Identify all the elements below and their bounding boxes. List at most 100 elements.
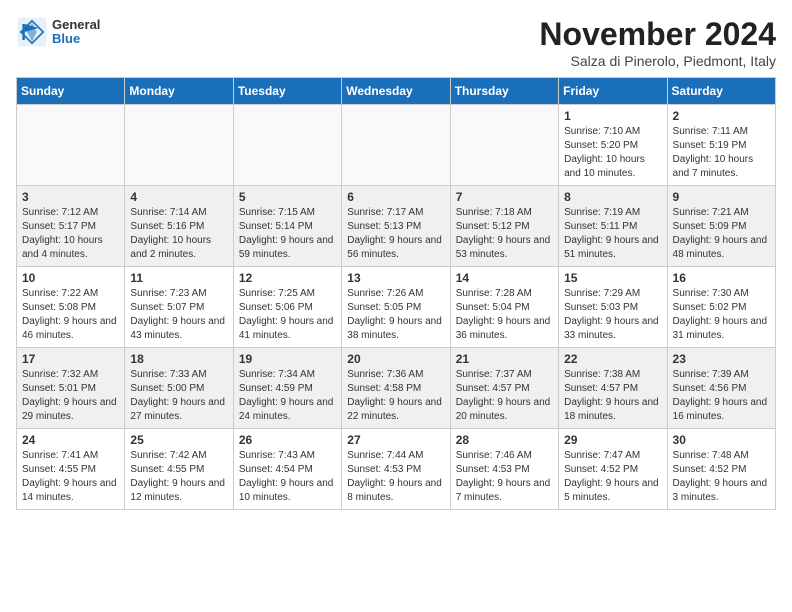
day-number: 28 bbox=[456, 433, 553, 447]
day-info: Sunrise: 7:11 AM Sunset: 5:19 PM Dayligh… bbox=[673, 125, 770, 181]
weekday-header-saturday: Saturday bbox=[667, 78, 775, 105]
day-cell: 24 Sunrise: 7:41 AM Sunset: 4:55 PM Dayli… bbox=[17, 429, 125, 510]
day-cell: 30 Sunrise: 7:48 AM Sunset: 4:52 PM Dayli… bbox=[667, 429, 775, 510]
calendar: SundayMondayTuesdayWednesdayThursdayFrid… bbox=[16, 77, 776, 510]
day-number: 19 bbox=[239, 352, 336, 366]
day-info: Sunrise: 7:12 AM Sunset: 5:17 PM Dayligh… bbox=[22, 206, 119, 262]
day-info: Sunrise: 7:29 AM Sunset: 5:03 PM Dayligh… bbox=[564, 287, 661, 343]
day-cell bbox=[342, 105, 450, 186]
day-cell: 20 Sunrise: 7:36 AM Sunset: 4:58 PM Dayli… bbox=[342, 348, 450, 429]
weekday-header-wednesday: Wednesday bbox=[342, 78, 450, 105]
day-cell bbox=[17, 105, 125, 186]
day-number: 29 bbox=[564, 433, 661, 447]
week-row-3: 17 Sunrise: 7:32 AM Sunset: 5:01 PM Dayli… bbox=[17, 348, 776, 429]
day-info: Sunrise: 7:21 AM Sunset: 5:09 PM Dayligh… bbox=[673, 206, 770, 262]
day-cell: 26 Sunrise: 7:43 AM Sunset: 4:54 PM Dayli… bbox=[233, 429, 341, 510]
day-number: 18 bbox=[130, 352, 227, 366]
weekday-header-tuesday: Tuesday bbox=[233, 78, 341, 105]
day-cell: 11 Sunrise: 7:23 AM Sunset: 5:07 PM Dayli… bbox=[125, 267, 233, 348]
weekday-header-thursday: Thursday bbox=[450, 78, 558, 105]
day-number: 26 bbox=[239, 433, 336, 447]
day-info: Sunrise: 7:18 AM Sunset: 5:12 PM Dayligh… bbox=[456, 206, 553, 262]
day-number: 14 bbox=[456, 271, 553, 285]
day-number: 1 bbox=[564, 109, 661, 123]
day-number: 8 bbox=[564, 190, 661, 204]
day-number: 20 bbox=[347, 352, 444, 366]
day-info: Sunrise: 7:30 AM Sunset: 5:02 PM Dayligh… bbox=[673, 287, 770, 343]
day-info: Sunrise: 7:46 AM Sunset: 4:53 PM Dayligh… bbox=[456, 449, 553, 505]
day-info: Sunrise: 7:41 AM Sunset: 4:55 PM Dayligh… bbox=[22, 449, 119, 505]
day-info: Sunrise: 7:43 AM Sunset: 4:54 PM Dayligh… bbox=[239, 449, 336, 505]
day-number: 15 bbox=[564, 271, 661, 285]
weekday-header-monday: Monday bbox=[125, 78, 233, 105]
day-number: 12 bbox=[239, 271, 336, 285]
day-number: 16 bbox=[673, 271, 770, 285]
day-number: 4 bbox=[130, 190, 227, 204]
day-cell: 27 Sunrise: 7:44 AM Sunset: 4:53 PM Dayli… bbox=[342, 429, 450, 510]
weekday-header-sunday: Sunday bbox=[17, 78, 125, 105]
day-number: 6 bbox=[347, 190, 444, 204]
week-row-0: 1 Sunrise: 7:10 AM Sunset: 5:20 PM Daylig… bbox=[17, 105, 776, 186]
day-info: Sunrise: 7:14 AM Sunset: 5:16 PM Dayligh… bbox=[130, 206, 227, 262]
day-info: Sunrise: 7:32 AM Sunset: 5:01 PM Dayligh… bbox=[22, 368, 119, 424]
day-cell: 19 Sunrise: 7:34 AM Sunset: 4:59 PM Dayli… bbox=[233, 348, 341, 429]
day-number: 17 bbox=[22, 352, 119, 366]
day-cell: 6Sunrise: 7:17 AM Sunset: 5:13 PM Daylig… bbox=[342, 186, 450, 267]
day-cell: 10Sunrise: 7:22 AM Sunset: 5:08 PM Dayli… bbox=[17, 267, 125, 348]
day-number: 22 bbox=[564, 352, 661, 366]
day-number: 30 bbox=[673, 433, 770, 447]
day-cell: 5Sunrise: 7:15 AM Sunset: 5:14 PM Daylig… bbox=[233, 186, 341, 267]
day-info: Sunrise: 7:39 AM Sunset: 4:56 PM Dayligh… bbox=[673, 368, 770, 424]
day-info: Sunrise: 7:25 AM Sunset: 5:06 PM Dayligh… bbox=[239, 287, 336, 343]
day-info: Sunrise: 7:26 AM Sunset: 5:05 PM Dayligh… bbox=[347, 287, 444, 343]
day-number: 9 bbox=[673, 190, 770, 204]
day-info: Sunrise: 7:22 AM Sunset: 5:08 PM Dayligh… bbox=[22, 287, 119, 343]
day-cell: 7Sunrise: 7:18 AM Sunset: 5:12 PM Daylig… bbox=[450, 186, 558, 267]
location: Salza di Pinerolo, Piedmont, Italy bbox=[539, 53, 776, 69]
day-info: Sunrise: 7:47 AM Sunset: 4:52 PM Dayligh… bbox=[564, 449, 661, 505]
day-cell: 25Sunrise: 7:42 AM Sunset: 4:55 PM Dayli… bbox=[125, 429, 233, 510]
logo: General Blue bbox=[16, 16, 100, 48]
day-cell: 21Sunrise: 7:37 AM Sunset: 4:57 PM Dayli… bbox=[450, 348, 558, 429]
day-number: 23 bbox=[673, 352, 770, 366]
day-number: 2 bbox=[673, 109, 770, 123]
day-info: Sunrise: 7:48 AM Sunset: 4:52 PM Dayligh… bbox=[673, 449, 770, 505]
month-title: November 2024 bbox=[539, 16, 776, 53]
day-number: 11 bbox=[130, 271, 227, 285]
day-info: Sunrise: 7:33 AM Sunset: 5:00 PM Dayligh… bbox=[130, 368, 227, 424]
day-number: 27 bbox=[347, 433, 444, 447]
day-cell: 1 Sunrise: 7:10 AM Sunset: 5:20 PM Daylig… bbox=[559, 105, 667, 186]
day-cell: 13Sunrise: 7:26 AM Sunset: 5:05 PM Dayli… bbox=[342, 267, 450, 348]
weekday-header-row: SundayMondayTuesdayWednesdayThursdayFrid… bbox=[17, 78, 776, 105]
day-info: Sunrise: 7:36 AM Sunset: 4:58 PM Dayligh… bbox=[347, 368, 444, 424]
day-number: 5 bbox=[239, 190, 336, 204]
day-info: Sunrise: 7:34 AM Sunset: 4:59 PM Dayligh… bbox=[239, 368, 336, 424]
day-cell bbox=[125, 105, 233, 186]
day-cell: 17 Sunrise: 7:32 AM Sunset: 5:01 PM Dayli… bbox=[17, 348, 125, 429]
day-cell: 3Sunrise: 7:12 AM Sunset: 5:17 PM Daylig… bbox=[17, 186, 125, 267]
week-row-1: 3Sunrise: 7:12 AM Sunset: 5:17 PM Daylig… bbox=[17, 186, 776, 267]
day-cell: 23 Sunrise: 7:39 AM Sunset: 4:56 PM Dayli… bbox=[667, 348, 775, 429]
day-cell: 4 Sunrise: 7:14 AM Sunset: 5:16 PM Daylig… bbox=[125, 186, 233, 267]
logo-general: General bbox=[52, 18, 100, 32]
day-cell: 14Sunrise: 7:28 AM Sunset: 5:04 PM Dayli… bbox=[450, 267, 558, 348]
day-cell: 22 Sunrise: 7:38 AM Sunset: 4:57 PM Dayli… bbox=[559, 348, 667, 429]
day-cell bbox=[233, 105, 341, 186]
logo-blue: Blue bbox=[52, 32, 100, 46]
day-cell: 28 Sunrise: 7:46 AM Sunset: 4:53 PM Dayli… bbox=[450, 429, 558, 510]
day-number: 24 bbox=[22, 433, 119, 447]
day-info: Sunrise: 7:23 AM Sunset: 5:07 PM Dayligh… bbox=[130, 287, 227, 343]
day-number: 25 bbox=[130, 433, 227, 447]
day-cell: 15 Sunrise: 7:29 AM Sunset: 5:03 PM Dayli… bbox=[559, 267, 667, 348]
logo-text: General Blue bbox=[52, 18, 100, 47]
day-cell: 16 Sunrise: 7:30 AM Sunset: 5:02 PM Dayli… bbox=[667, 267, 775, 348]
day-cell: 12 Sunrise: 7:25 AM Sunset: 5:06 PM Dayli… bbox=[233, 267, 341, 348]
day-cell: 29 Sunrise: 7:47 AM Sunset: 4:52 PM Dayli… bbox=[559, 429, 667, 510]
day-info: Sunrise: 7:44 AM Sunset: 4:53 PM Dayligh… bbox=[347, 449, 444, 505]
weekday-header-friday: Friday bbox=[559, 78, 667, 105]
day-info: Sunrise: 7:38 AM Sunset: 4:57 PM Dayligh… bbox=[564, 368, 661, 424]
day-cell: 2 Sunrise: 7:11 AM Sunset: 5:19 PM Daylig… bbox=[667, 105, 775, 186]
week-row-4: 24 Sunrise: 7:41 AM Sunset: 4:55 PM Dayli… bbox=[17, 429, 776, 510]
day-number: 21 bbox=[456, 352, 553, 366]
day-info: Sunrise: 7:10 AM Sunset: 5:20 PM Dayligh… bbox=[564, 125, 661, 181]
